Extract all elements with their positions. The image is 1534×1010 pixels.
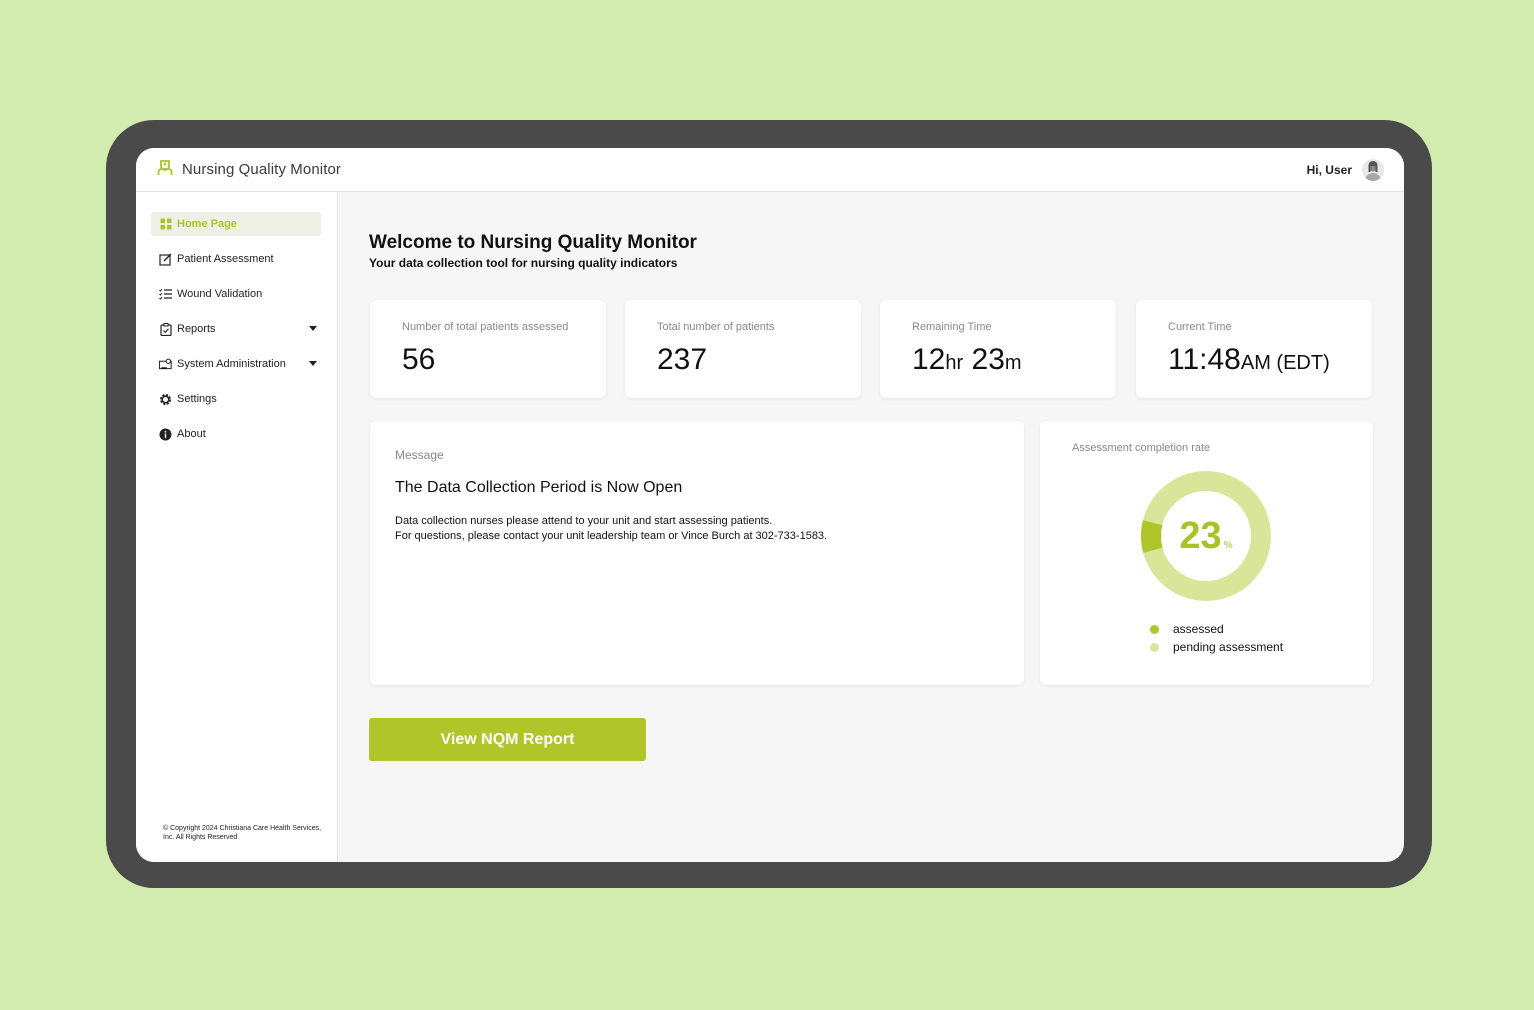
minutes-unit: m [1004,352,1022,374]
legend-dot-assessed [1150,624,1159,634]
gear-icon [159,393,172,406]
sidebar-item-patient-assessment[interactable]: Patient Assessment [151,247,321,271]
completion-rate-card: Assessment completion rate 23 % assessed [1040,421,1373,685]
chart-legend: assessed pending assessment [1150,620,1283,656]
stat-label: Number of total patients assessed [402,321,569,333]
minutes-value: 23 [971,343,1005,376]
sidebar: Home Page Patient Assessment Wound Valid… [136,192,338,862]
sidebar-nav: Home Page Patient Assessment Wound Valid… [136,192,337,446]
message-line: Data collection nurses please attend to … [395,515,773,527]
stat-card-current-time: Current Time 11:48AM (EDT) [1136,300,1372,398]
completion-rate-label: Assessment completion rate [1072,442,1211,454]
top-bar: Nursing Quality Monitor Hi, User [136,148,1404,192]
legend-dot-pending [1150,642,1159,652]
sidebar-item-system-administration[interactable]: System Administration [151,352,321,376]
sidebar-item-label: Wound Validation [177,288,263,300]
message-body: Data collection nurses please attend to … [395,514,1024,544]
chevron-down-icon[interactable] [309,361,317,366]
edit-icon [159,253,172,266]
stat-label: Remaining Time [912,321,992,333]
sidebar-item-reports[interactable]: Reports [151,317,321,341]
sidebar-item-label: Patient Assessment [177,253,274,265]
stat-value: 12hr 23m [912,343,1116,377]
page-subtitle: Your data collection tool for nursing qu… [369,256,678,270]
sidebar-item-label: Reports [177,323,216,335]
checklist-icon [159,288,172,301]
main-content: Welcome to Nursing Quality Monitor Your … [338,192,1404,862]
legend-item-pending: pending assessment [1150,638,1283,656]
user-menu[interactable]: Hi, User [1306,158,1384,181]
clipboard-icon [159,322,172,336]
sidebar-item-label: System Administration [177,358,286,370]
admin-icon [159,358,172,371]
stat-value: 237 [657,343,708,376]
stat-label: Total number of patients [657,321,775,333]
hours-value: 12 [912,343,946,376]
view-nqm-report-button[interactable]: View NQM Report [369,718,646,761]
user-greeting: Hi, User [1306,162,1352,177]
message-line: For questions, please contact your unit … [395,530,828,542]
legend-label: pending assessment [1173,640,1284,654]
sidebar-item-home-page[interactable]: Home Page [151,212,321,236]
time-suffix: AM (EDT) [1240,352,1330,374]
legend-item-assessed: assessed [1150,620,1283,638]
hours-unit: hr [945,352,964,374]
stat-card-total: Total number of patients 237 [625,300,861,398]
tablet-frame: Nursing Quality Monitor Hi, User Home Pa… [106,120,1432,888]
app-screen: Nursing Quality Monitor Hi, User Home Pa… [136,148,1404,862]
brand[interactable]: Nursing Quality Monitor [156,158,341,181]
stat-value: 56 [402,343,436,376]
message-label: Message [395,448,444,462]
sidebar-item-label: About [177,428,206,440]
stat-value: 11:48AM (EDT) [1168,343,1372,377]
copyright-text: © Copyright 2024 Christiana Care Health … [163,825,322,841]
time-value: 11:48 [1168,343,1241,376]
legend-label: assessed [1173,622,1224,636]
completion-percent: 23 % [1141,471,1271,601]
sidebar-item-label: Settings [177,393,217,405]
sidebar-item-wound-validation[interactable]: Wound Validation [151,282,321,306]
completion-percent-sign: % [1223,539,1233,551]
completion-percent-value: 23 [1179,514,1222,557]
info-icon [159,428,172,441]
grid-icon [159,218,172,231]
chevron-down-icon[interactable] [309,326,317,331]
sidebar-item-settings[interactable]: Settings [151,387,321,411]
stat-card-remaining-time: Remaining Time 12hr 23m [880,300,1116,398]
message-heading: The Data Collection Period is Now Open [395,479,683,496]
message-card: Message The Data Collection Period is No… [370,421,1024,685]
stat-label: Current Time [1168,321,1232,333]
sidebar-item-label: Home Page [177,218,237,230]
stat-card-assessed: Number of total patients assessed 56 [370,300,606,398]
app-title: Nursing Quality Monitor [182,161,342,178]
sidebar-item-about[interactable]: About [151,422,321,446]
page-title: Welcome to Nursing Quality Monitor [369,232,697,253]
avatar[interactable] [1362,158,1384,181]
nurse-logo-icon [156,158,174,181]
